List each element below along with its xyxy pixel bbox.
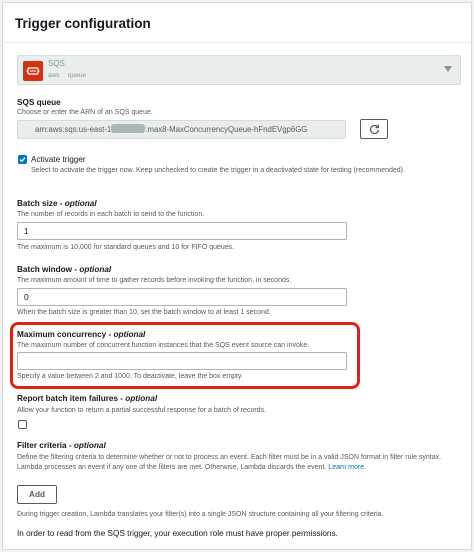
arn-suffix: :max8-MaxConcurrencyQueue-hFndEVgp6GG bbox=[145, 125, 308, 134]
batch-size-constraint: The maximum is 10,000 for standard queue… bbox=[17, 244, 235, 251]
redacted-account-id bbox=[111, 124, 146, 133]
batch-size-description: The number of records in each batch to s… bbox=[17, 211, 205, 218]
batch-window-input[interactable]: 0 bbox=[17, 288, 347, 306]
select-title: SQS bbox=[48, 59, 65, 68]
activate-trigger-label: Activate trigger bbox=[31, 155, 86, 164]
arn-prefix: arn:aws:sqs:us-east-1 bbox=[35, 125, 112, 134]
report-failures-checkbox[interactable] bbox=[18, 420, 27, 429]
sqs-queue-description: Choose or enter the ARN of an SQS queue. bbox=[17, 109, 153, 116]
batch-window-label: Batch window - optional bbox=[17, 265, 112, 274]
batch-window-description: The maximum amount of time to gather rec… bbox=[17, 277, 292, 284]
batch-window-constraint: When the batch size is greater than 10, … bbox=[17, 309, 271, 316]
caret-down-icon[interactable] bbox=[444, 66, 452, 72]
filter-criteria-description: Define the filtering criteria to determi… bbox=[17, 454, 442, 471]
activate-trigger-description: Select to activate the trigger now. Keep… bbox=[31, 167, 405, 174]
learn-more-link[interactable]: Learn more. bbox=[328, 464, 366, 471]
filter-criteria-label: Filter criteria - optional bbox=[17, 441, 106, 450]
tag-queue: queue bbox=[68, 72, 87, 79]
report-failures-description: Allow your function to return a partial … bbox=[17, 407, 267, 414]
report-failures-label: Report batch item failures - optional bbox=[17, 394, 158, 403]
trigger-configuration-panel: Trigger configuration SQS aws queue SQS … bbox=[2, 2, 472, 550]
activate-trigger-checkbox[interactable] bbox=[18, 155, 27, 164]
batch-size-label: Batch size - optional bbox=[17, 199, 97, 208]
trigger-source-select[interactable]: SQS aws queue bbox=[17, 55, 461, 85]
permissions-note: In order to read from the SQS trigger, y… bbox=[17, 529, 338, 538]
add-filter-button[interactable]: Add bbox=[17, 485, 57, 504]
sqs-icon bbox=[23, 61, 43, 81]
max-concurrency-highlight bbox=[10, 322, 360, 389]
filter-criteria-note: During trigger creation, Lambda translat… bbox=[17, 511, 384, 518]
panel-header: Trigger configuration bbox=[3, 3, 471, 43]
sqs-queue-label: SQS queue bbox=[17, 98, 61, 107]
refresh-icon bbox=[369, 124, 379, 134]
page-title: Trigger configuration bbox=[15, 16, 151, 31]
batch-size-input[interactable]: 1 bbox=[17, 222, 347, 240]
refresh-button[interactable] bbox=[360, 119, 388, 139]
sqs-queue-arn-input[interactable]: arn:aws:sqs:us-east-1 :max8-MaxConcurrenc… bbox=[17, 120, 346, 139]
checkmark-icon bbox=[19, 157, 26, 163]
tag-aws: aws bbox=[48, 72, 60, 79]
